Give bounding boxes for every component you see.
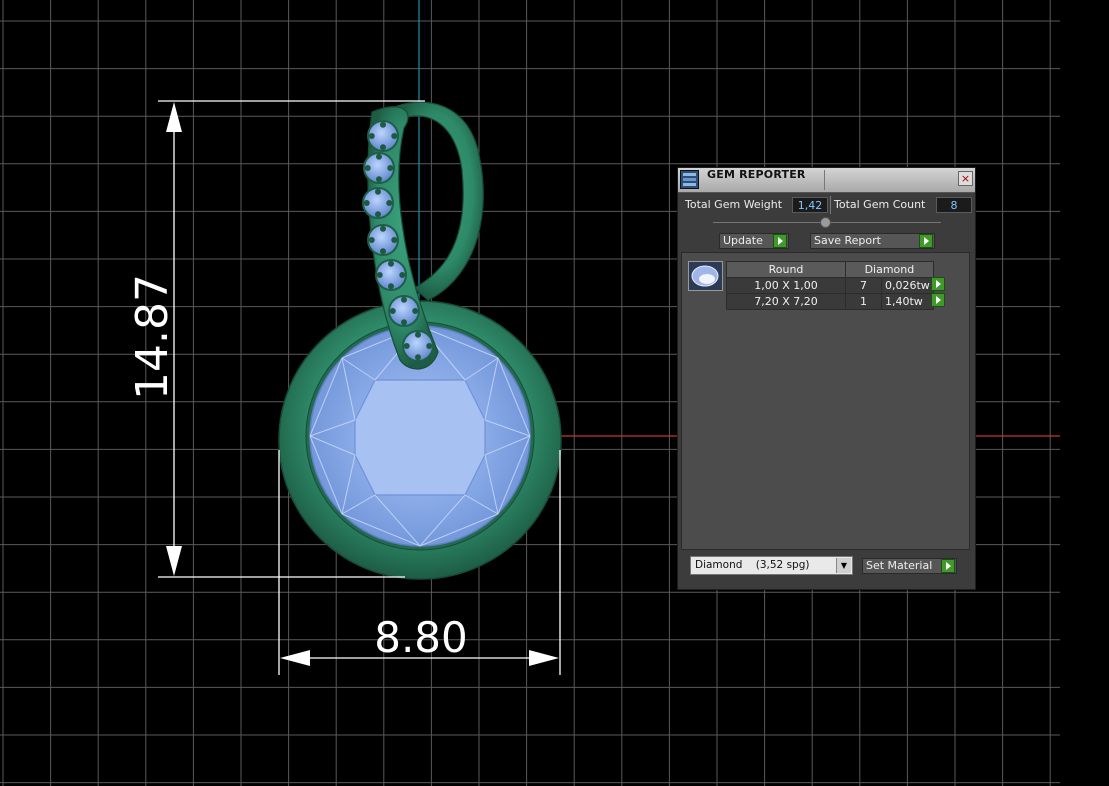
splitter-handle[interactable] [820,217,831,228]
gem-reporter-panel[interactable]: GEM REPORTER × Total Gem Weight 1,42 Tot… [677,167,976,590]
width-dimension-label: 8.80 [374,613,468,662]
prong [380,248,386,255]
prong [375,211,381,218]
prong [386,200,393,206]
set-material-button-label: Set Material [866,559,933,572]
prong [391,237,398,243]
prong [376,153,382,160]
close-icon[interactable]: × [958,171,973,186]
gem-table-header: Round Diamond [726,261,934,278]
save-report-button-label: Save Report [814,234,881,247]
prong [363,200,370,206]
gem-weight: 1,40tw [881,293,934,310]
prong [375,188,381,195]
total-gem-count-value: 8 [950,199,958,212]
prong [426,343,433,349]
panel-title: GEM REPORTER [707,168,806,181]
total-gem-weight-value: 1,42 [797,199,823,212]
table-row[interactable]: 1,00 X 1,00 7 0,026tw [726,277,934,294]
prong [403,343,410,349]
totals-divider [830,196,831,214]
set-material-button[interactable]: Set Material [862,558,957,574]
prong [364,165,371,171]
prong [388,283,394,290]
round-gem-icon [688,261,723,291]
update-button-label: Update [723,234,763,247]
total-gem-count-label: Total Gem Count [834,198,926,211]
save-report-go-icon [919,234,933,248]
prong [415,331,421,338]
total-gem-count-field: 8 [936,197,972,213]
material-column-header: Diamond [845,261,934,278]
prong [380,225,386,232]
total-gem-weight-field: 1,42 [792,197,828,213]
table-row[interactable]: 7,20 X 7,20 1 1,40tw [726,293,934,310]
title-divider [824,170,825,190]
prong [368,133,375,139]
gem-size: 1,00 X 1,00 [726,277,846,294]
gem-weight: 0,026tw [881,277,934,294]
prong [399,272,406,278]
gem-quantity: 7 [845,277,882,294]
gem-quantity: 1 [845,293,882,310]
row-1-select-icon[interactable] [931,277,945,291]
gem-reporter-icon [680,170,699,189]
gem-table: Round Diamond 1,00 X 1,00 7 0,026tw 7,20… [726,261,934,310]
prong [380,121,386,128]
panel-titlebar[interactable]: GEM REPORTER × [678,168,975,193]
save-report-button[interactable]: Save Report [810,233,935,249]
prong [388,260,394,267]
chevron-down-icon[interactable]: ▼ [836,558,851,573]
prong [401,296,407,303]
material-dropdown-value: Diamond (3,52 spg) [695,559,810,571]
prong [380,144,386,151]
shape-column-header: Round [726,261,846,278]
update-button[interactable]: Update [719,233,789,249]
prong [412,308,419,314]
set-material-go-icon [941,559,955,573]
prong [415,354,421,361]
update-go-icon [773,234,787,248]
row-2-select-icon[interactable] [931,293,945,307]
prong [401,319,407,326]
gem-list-area[interactable]: Round Diamond 1,00 X 1,00 7 0,026tw 7,20… [681,252,970,550]
height-dimension-label: 14.87 [127,274,178,400]
gem-size: 7,20 X 7,20 [726,293,846,310]
material-dropdown[interactable]: Diamond (3,52 spg) ▼ [690,556,853,575]
prong [376,272,383,278]
prong [376,176,382,183]
prong [368,237,375,243]
prong [387,165,394,171]
prong [389,308,396,314]
prong [391,133,398,139]
total-gem-weight-label: Total Gem Weight [685,198,783,211]
